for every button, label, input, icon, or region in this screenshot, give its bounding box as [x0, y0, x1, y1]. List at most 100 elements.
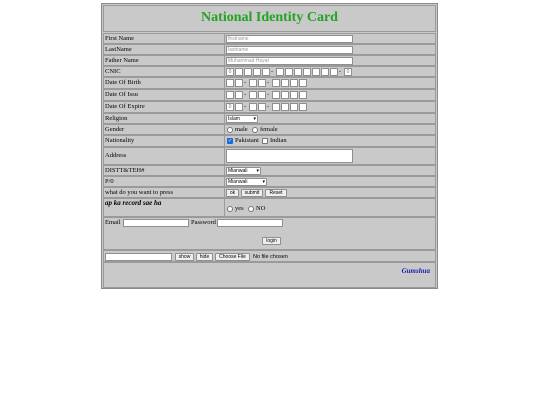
- row-cnic: CNIC 0--0: [103, 66, 436, 77]
- email-label: Email: [105, 219, 121, 226]
- first-name-input[interactable]: firstname: [226, 35, 353, 43]
- password-label: Password: [191, 219, 216, 226]
- cnic-digit-box[interactable]: [253, 68, 261, 76]
- doe-digit-box[interactable]: [281, 103, 289, 111]
- gender-male-label: male: [235, 126, 248, 133]
- cnic-digit-box[interactable]: 0: [226, 68, 234, 76]
- submit-button[interactable]: submit: [241, 189, 263, 197]
- doi-digit-box[interactable]: [290, 91, 298, 99]
- nationality-pakistani-checkbox[interactable]: ✓: [227, 138, 233, 144]
- row-press: what do you want to press ok submit Rese…: [103, 187, 436, 198]
- gender-female-label: female: [260, 126, 278, 133]
- record-yes-radio[interactable]: [227, 206, 233, 212]
- nationality-indian-checkbox[interactable]: [262, 138, 268, 144]
- separator-dash: -: [267, 104, 269, 110]
- password-input[interactable]: [217, 219, 283, 227]
- row-doi: Date Of Issu - -: [103, 89, 436, 101]
- po-select[interactable]: Mianwali ▾: [226, 178, 267, 186]
- cnic-digit-box[interactable]: [235, 68, 243, 76]
- father-name-label: Father Name: [104, 56, 225, 65]
- doe-digit-box[interactable]: [249, 103, 257, 111]
- doi-digit-box[interactable]: [272, 91, 280, 99]
- chevron-down-icon: ▾: [256, 168, 259, 174]
- dob-label: Date Of Birth: [104, 78, 225, 88]
- gender-female-radio[interactable]: [252, 127, 258, 133]
- doi-digit-box[interactable]: [281, 91, 289, 99]
- separator-dash: -: [244, 92, 246, 98]
- record-label: ap ka record sae ha: [104, 199, 225, 216]
- po-select-value: Mianwali: [228, 179, 248, 185]
- religion-select[interactable]: Islam ▾: [226, 115, 258, 123]
- separator-dash: -: [244, 104, 246, 110]
- father-name-input[interactable]: Muhammad Hayat: [226, 57, 353, 65]
- cnic-digit-box[interactable]: [244, 68, 252, 76]
- doi-label: Date Of Issu: [104, 90, 225, 100]
- hide-button[interactable]: hide: [196, 253, 213, 261]
- row-dob: Date Of Birth - -: [103, 77, 436, 89]
- row-record: ap ka record sae ha yes NO: [103, 198, 436, 217]
- record-no-radio[interactable]: [248, 206, 254, 212]
- signature-text: Gumshua: [401, 267, 430, 275]
- separator-dash: -: [339, 69, 341, 75]
- doe-digit-box[interactable]: [258, 103, 266, 111]
- dob-digit-box[interactable]: [226, 79, 234, 87]
- last-name-input[interactable]: lastname: [226, 46, 353, 54]
- gender-label: Gender: [104, 125, 225, 134]
- nationality-label: Nationality: [104, 136, 225, 146]
- dob-digit-box[interactable]: [281, 79, 289, 87]
- record-yes-label: yes: [235, 205, 244, 212]
- last-name-label: LastName: [104, 45, 225, 54]
- address-label: Address: [104, 148, 225, 164]
- row-first-name: First Name firstname: [103, 33, 436, 44]
- cnic-digit-box[interactable]: [276, 68, 284, 76]
- row-distt: DISTT&TEH# Mianwali ▾: [103, 165, 436, 176]
- separator-dash: -: [271, 69, 273, 75]
- cnic-digit-box[interactable]: 0: [344, 68, 352, 76]
- tools-text-input[interactable]: [105, 253, 172, 261]
- distt-select[interactable]: Mianwali ▾: [226, 167, 261, 175]
- doi-digit-box[interactable]: [299, 91, 307, 99]
- row-father-name: Father Name Muhammad Hayat: [103, 55, 436, 66]
- row-address: Address: [103, 147, 436, 165]
- cnic-digit-box[interactable]: [262, 68, 270, 76]
- show-button[interactable]: show: [175, 253, 194, 261]
- dob-digit-box[interactable]: [258, 79, 266, 87]
- row-gender: Gender male female: [103, 124, 436, 135]
- address-textarea[interactable]: [226, 149, 353, 163]
- dob-digit-box[interactable]: [272, 79, 280, 87]
- reset-button[interactable]: Reset: [265, 189, 287, 197]
- doi-digit-box[interactable]: [226, 91, 234, 99]
- cnic-digit-box[interactable]: [294, 68, 302, 76]
- login-button[interactable]: login: [262, 237, 281, 245]
- doe-digit-box[interactable]: [290, 103, 298, 111]
- row-religion: Religion Islam ▾: [103, 113, 436, 124]
- dob-digit-box[interactable]: [235, 79, 243, 87]
- cnic-digit-box[interactable]: [312, 68, 320, 76]
- doe-digit-box[interactable]: 0: [226, 103, 234, 111]
- doi-digit-box[interactable]: [258, 91, 266, 99]
- login-section: Email Password login: [103, 217, 436, 250]
- po-label: P/0: [104, 177, 225, 186]
- page-title: National Identity Card: [201, 10, 338, 25]
- record-no-label: NO: [256, 205, 266, 212]
- religion-select-value: Islam: [228, 116, 240, 122]
- dob-digit-box[interactable]: [290, 79, 298, 87]
- dob-digit-box[interactable]: [299, 79, 307, 87]
- cnic-digit-box[interactable]: [285, 68, 293, 76]
- choose-file-button[interactable]: Choose File: [215, 253, 250, 261]
- doi-digit-box[interactable]: [235, 91, 243, 99]
- ok-button[interactable]: ok: [226, 189, 239, 197]
- doe-digit-box[interactable]: [235, 103, 243, 111]
- dob-digit-box[interactable]: [249, 79, 257, 87]
- separator-dash: -: [244, 80, 246, 86]
- doe-digit-box[interactable]: [272, 103, 280, 111]
- cnic-digit-box[interactable]: [303, 68, 311, 76]
- doe-label: Date Of Expire: [104, 102, 225, 112]
- email-input[interactable]: [123, 219, 189, 227]
- doe-digit-box[interactable]: [299, 103, 307, 111]
- doi-digit-box[interactable]: [249, 91, 257, 99]
- cnic-digit-box[interactable]: [321, 68, 329, 76]
- gender-male-radio[interactable]: [227, 127, 233, 133]
- cnic-digit-box[interactable]: [330, 68, 338, 76]
- chevron-down-icon: ▾: [253, 116, 256, 122]
